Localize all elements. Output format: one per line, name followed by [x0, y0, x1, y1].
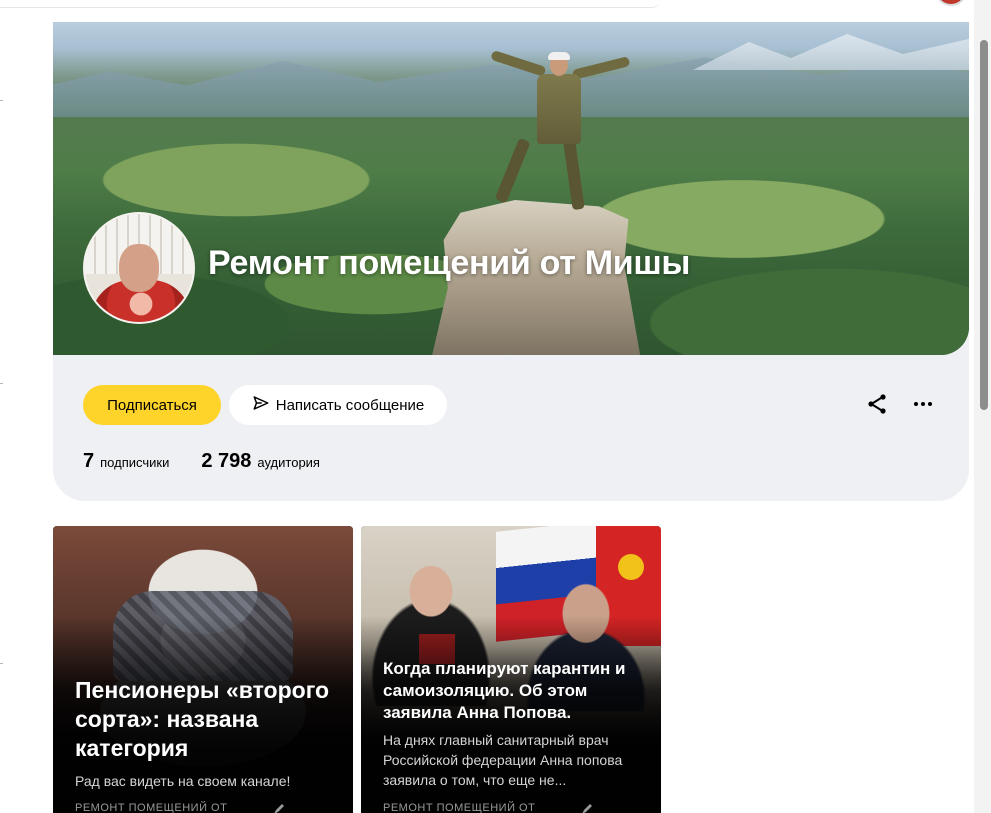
- article-card[interactable]: Когда планируют карантин и самоизоляцию.…: [361, 526, 661, 813]
- channel-page: Ремонт помещений от Мишы Подписаться Нап…: [0, 0, 991, 813]
- rail-divider: [0, 100, 3, 101]
- channel-title: Ремонт помещений от Мишы: [208, 244, 691, 282]
- pen-icon: [579, 801, 595, 813]
- article-title: Пенсионеры «второго сорта»: названа кате…: [75, 677, 330, 761]
- scrollbar-thumb[interactable]: [980, 40, 988, 410]
- article-source[interactable]: Ремонт помещений от: [383, 802, 535, 813]
- user-avatar[interactable]: [935, 0, 967, 6]
- subscribers-stat[interactable]: 7 подписчики: [83, 450, 169, 473]
- audience-label: аудитория: [257, 455, 320, 470]
- channel-avatar[interactable]: [83, 212, 195, 324]
- audience-count: 2 798: [201, 450, 252, 472]
- send-icon: [252, 394, 270, 416]
- share-icon[interactable]: [865, 392, 889, 416]
- pen-icon: [271, 801, 287, 813]
- channel-cover-image: [53, 22, 969, 355]
- rail-divider: [0, 383, 3, 384]
- audience-stat: 2 798 аудитория: [201, 450, 320, 473]
- rail-divider: [0, 663, 3, 664]
- search-bar[interactable]: [0, 0, 660, 8]
- article-card[interactable]: Пенсионеры «второго сорта»: названа кате…: [53, 526, 353, 813]
- article-source[interactable]: Ремонт помещений от: [75, 802, 227, 813]
- article-snippet: Рад вас видеть на своем канале!: [75, 773, 291, 789]
- subscribers-count: 7: [83, 450, 95, 472]
- article-snippet: На днях главный санитарный врач Российск…: [383, 732, 623, 788]
- channel-header: Ремонт помещений от Мишы Подписаться Нап…: [53, 22, 969, 501]
- article-title: Когда планируют карантин и самоизоляцию.…: [383, 659, 626, 722]
- subscribe-button[interactable]: Подписаться: [83, 385, 221, 425]
- more-icon[interactable]: [911, 392, 935, 416]
- subscribers-label: подписчики: [100, 455, 170, 470]
- write-message-label: Написать сообщение: [275, 396, 425, 414]
- channel-stats: 7 подписчики 2 798 аудитория: [83, 450, 352, 473]
- write-message-button[interactable]: Написать сообщение: [229, 385, 447, 425]
- scrollbar[interactable]: [974, 0, 991, 813]
